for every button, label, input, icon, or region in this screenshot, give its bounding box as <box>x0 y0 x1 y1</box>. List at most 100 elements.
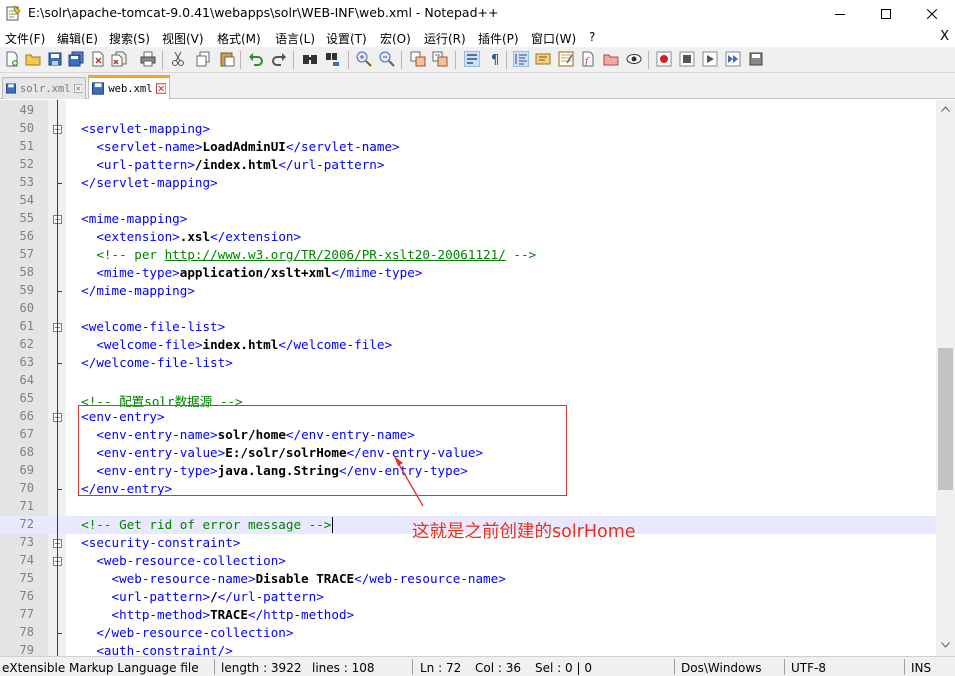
undo-icon[interactable] <box>248 51 264 67</box>
indent-guide-icon[interactable] <box>513 51 529 67</box>
line-number: 53 <box>19 175 34 189</box>
zoom-in-icon[interactable] <box>356 51 372 67</box>
function-list-icon[interactable]: f <box>580 51 596 67</box>
replace-icon[interactable] <box>325 51 341 67</box>
monitor-icon[interactable] <box>626 51 642 67</box>
sync-vertical-icon[interactable] <box>410 51 426 67</box>
play-macro-icon[interactable] <box>702 51 718 67</box>
code-line[interactable]: 56 <extension>.xsl</extension> <box>0 228 936 246</box>
close-document-button[interactable]: X <box>940 29 949 44</box>
menu-plugins[interactable]: 插件(P) <box>478 30 519 47</box>
menu-macro[interactable]: 宏(O) <box>380 30 411 47</box>
code-line[interactable]: 59 </mime-mapping> <box>0 282 936 300</box>
find-icon[interactable] <box>302 51 318 67</box>
show-all-chars-icon[interactable]: ¶ <box>487 51 503 67</box>
menu-format[interactable]: 格式(M) <box>217 30 261 47</box>
menu-language[interactable]: 语言(L) <box>275 30 315 47</box>
code-line[interactable]: 55 <mime-mapping> <box>0 210 936 228</box>
code-line[interactable]: 49 <box>0 102 936 120</box>
line-number: 49 <box>19 103 34 117</box>
doc-map-icon[interactable] <box>558 51 574 67</box>
record-macro-icon[interactable] <box>656 51 672 67</box>
vertical-scrollbar[interactable] <box>936 100 955 656</box>
code-line[interactable]: 70 </env-entry> <box>0 480 936 498</box>
close-all-icon[interactable] <box>111 51 127 67</box>
xml-tag: <security-constraint> <box>66 535 241 550</box>
code-line[interactable]: 61 <welcome-file-list> <box>0 318 936 336</box>
zoom-out-icon[interactable] <box>379 51 395 67</box>
menu-edit[interactable]: 编辑(E) <box>57 30 98 47</box>
cut-icon[interactable] <box>170 51 186 67</box>
scrollbar-thumb[interactable] <box>938 348 953 490</box>
save-macro-icon[interactable] <box>748 51 764 67</box>
code-line[interactable]: 50 <servlet-mapping> <box>0 120 936 138</box>
print-icon[interactable] <box>140 51 156 67</box>
toolbar-separator <box>506 51 507 69</box>
save-all-icon[interactable] <box>68 51 84 67</box>
close-window-button[interactable] <box>909 0 955 27</box>
code-line[interactable]: 63 </welcome-file-list> <box>0 354 936 372</box>
scroll-up-icon[interactable] <box>941 106 950 112</box>
folder-workspace-icon[interactable] <box>603 51 619 67</box>
code-line[interactable]: 77 <http-method>TRACE</http-method> <box>0 606 936 624</box>
stop-macro-icon[interactable] <box>679 51 695 67</box>
save-icon[interactable] <box>47 51 63 67</box>
saved-file-icon <box>6 83 16 94</box>
code-line[interactable]: 71 <box>0 498 936 516</box>
xml-comment[interactable]: http://www.w3.org/TR/2006/PR-xslt20-2006… <box>165 247 506 262</box>
xml-tag: </env-entry-name> <box>285 427 415 442</box>
new-file-icon[interactable] <box>4 51 20 67</box>
code-line[interactable]: 53 </servlet-mapping> <box>0 174 936 192</box>
paste-icon[interactable] <box>219 51 235 67</box>
tab-solr-xml[interactable]: solr.xml <box>2 77 86 99</box>
code-line[interactable]: 66 <env-entry> <box>0 408 936 426</box>
code-line[interactable]: 67 <env-entry-name>solr/home</env-entry-… <box>0 426 936 444</box>
minimize-button[interactable] <box>817 0 863 27</box>
xml-tag: <url-pattern> <box>66 589 211 604</box>
language-icon[interactable] <box>535 51 551 67</box>
maximize-button[interactable] <box>863 0 909 27</box>
run-macro-multiple-icon[interactable] <box>725 51 741 67</box>
xml-tag: </http-method> <box>247 607 355 622</box>
code-line[interactable]: 75 <web-resource-name>Disable TRACE</web… <box>0 570 936 588</box>
code-line[interactable]: 65 <!-- 配置solr数据源 --> <box>0 390 936 409</box>
scroll-down-icon[interactable] <box>941 642 950 648</box>
close-file-icon[interactable] <box>90 51 106 67</box>
code-line[interactable]: 57 <!-- per http://www.w3.org/TR/2006/PR… <box>0 246 936 264</box>
code-line[interactable]: 69 <env-entry-type>java.lang.String</env… <box>0 462 936 480</box>
code-line[interactable]: 79 <auth-constraint/> <box>0 642 936 656</box>
editor[interactable]: 49 50 <servlet-mapping> 51 <servlet-name>L… <box>0 100 936 656</box>
code-line[interactable]: 68 <env-entry-value>E:/solr/solrHome</en… <box>0 444 936 462</box>
tab-close-icon[interactable] <box>73 83 82 94</box>
menu-view[interactable]: 视图(V) <box>162 30 204 47</box>
menu-run[interactable]: 运行(R) <box>424 30 466 47</box>
line-code: <mime-mapping> <box>66 211 187 226</box>
menu-settings[interactable]: 设置(T) <box>326 30 367 47</box>
code-line[interactable]: 64 <box>0 372 936 390</box>
code-line[interactable]: 54 <box>0 192 936 210</box>
copy-icon[interactable] <box>195 51 211 67</box>
menu-file[interactable]: 文件(F) <box>5 30 45 47</box>
code-line[interactable]: 78 </web-resource-collection> <box>0 624 936 642</box>
open-file-icon[interactable] <box>25 51 41 67</box>
code-line[interactable]: 52 <url-pattern>/index.html</url-pattern… <box>0 156 936 174</box>
tab-close-icon[interactable] <box>155 83 166 94</box>
code-line[interactable]: 76 <url-pattern>/</url-pattern> <box>0 588 936 606</box>
xml-text: solr/home <box>217 427 286 442</box>
menu-window[interactable]: 窗口(W) <box>531 30 576 47</box>
code-line[interactable]: 51 <servlet-name>LoadAdminUI</servlet-na… <box>0 138 936 156</box>
xml-text: .xsl <box>179 229 211 244</box>
code-line[interactable]: 62 <welcome-file>index.html</welcome-fil… <box>0 336 936 354</box>
word-wrap-icon[interactable] <box>464 51 480 67</box>
menu-search[interactable]: 搜索(S) <box>109 30 150 47</box>
code-line[interactable]: 60 <box>0 300 936 318</box>
redo-icon[interactable] <box>271 51 287 67</box>
tab-web-xml[interactable]: web.xml <box>88 75 170 99</box>
sync-horizontal-icon[interactable] <box>432 51 448 67</box>
line-number: 67 <box>19 427 34 441</box>
close-icon <box>927 8 937 19</box>
code-line[interactable]: 74 <web-resource-collection> <box>0 552 936 570</box>
code-line[interactable]: 58 <mime-type>application/xslt+xml</mime… <box>0 264 936 282</box>
menu-help[interactable]: ? <box>589 30 595 44</box>
line-number: 60 <box>19 301 34 315</box>
